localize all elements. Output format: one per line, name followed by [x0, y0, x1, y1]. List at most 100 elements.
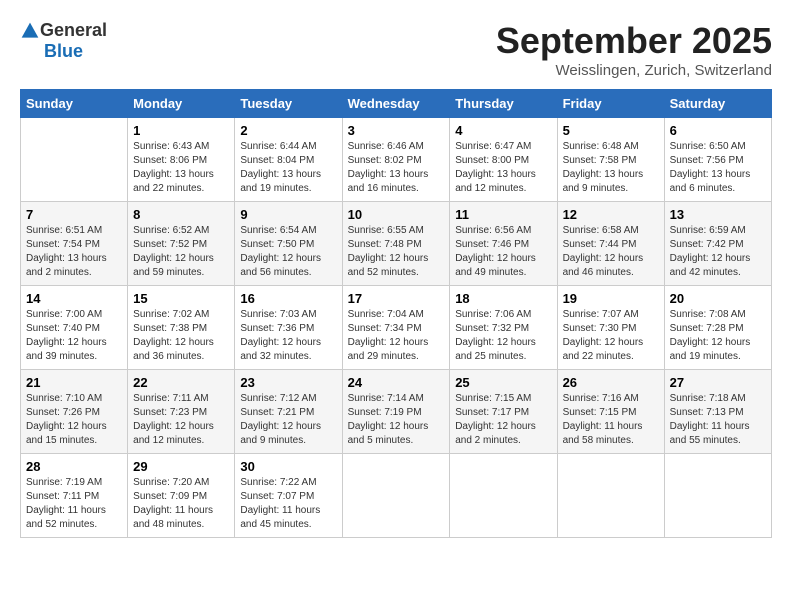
day-number: 6 [670, 123, 766, 138]
day-detail: Sunrise: 7:07 AM Sunset: 7:30 PM Dayligh… [563, 308, 659, 364]
day-number: 22 [133, 375, 229, 390]
header-thursday: Thursday [450, 90, 557, 118]
day-number: 25 [455, 375, 551, 390]
calendar-cell: 1Sunrise: 6:43 AM Sunset: 8:06 PM Daylig… [128, 118, 235, 202]
cell-content: 21Sunrise: 7:10 AM Sunset: 7:26 PM Dayli… [26, 375, 122, 448]
day-detail: Sunrise: 7:22 AM Sunset: 7:07 PM Dayligh… [240, 476, 336, 532]
day-detail: Sunrise: 6:59 AM Sunset: 7:42 PM Dayligh… [670, 224, 766, 280]
day-detail: Sunrise: 6:46 AM Sunset: 8:02 PM Dayligh… [348, 140, 445, 196]
day-number: 11 [455, 207, 551, 222]
day-detail: Sunrise: 7:11 AM Sunset: 7:23 PM Dayligh… [133, 392, 229, 448]
cell-content: 25Sunrise: 7:15 AM Sunset: 7:17 PM Dayli… [455, 375, 551, 448]
cell-content: 20Sunrise: 7:08 AM Sunset: 7:28 PM Dayli… [670, 291, 766, 364]
calendar-cell: 20Sunrise: 7:08 AM Sunset: 7:28 PM Dayli… [664, 286, 771, 370]
day-detail: Sunrise: 6:47 AM Sunset: 8:00 PM Dayligh… [455, 140, 551, 196]
calendar-cell: 24Sunrise: 7:14 AM Sunset: 7:19 PM Dayli… [342, 370, 450, 454]
calendar-cell: 27Sunrise: 7:18 AM Sunset: 7:13 PM Dayli… [664, 370, 771, 454]
calendar-cell: 5 Sunrise: 6:48 AM Sunset: 7:58 PM Daylig… [557, 118, 664, 202]
day-detail: Sunrise: 7:04 AM Sunset: 7:34 PM Dayligh… [348, 308, 445, 364]
cell-content: 23Sunrise: 7:12 AM Sunset: 7:21 PM Dayli… [240, 375, 336, 448]
day-detail: Sunrise: 7:03 AM Sunset: 7:36 PM Dayligh… [240, 308, 336, 364]
cell-content: 17Sunrise: 7:04 AM Sunset: 7:34 PM Dayli… [348, 291, 445, 364]
calendar-cell: 18 Sunrise: 7:06 AM Sunset: 7:32 PM Dayli… [450, 286, 557, 370]
day-detail: Sunrise: 6:56 AM Sunset: 7:46 PM Dayligh… [455, 224, 551, 280]
calendar-cell: 19Sunrise: 7:07 AM Sunset: 7:30 PM Dayli… [557, 286, 664, 370]
day-number: 30 [240, 459, 336, 474]
cell-content: 24Sunrise: 7:14 AM Sunset: 7:19 PM Dayli… [348, 375, 445, 448]
cell-content: 29Sunrise: 7:20 AM Sunset: 7:09 PM Dayli… [133, 459, 229, 532]
cell-content: 16 Sunrise: 7:03 AM Sunset: 7:36 PM Dayli… [240, 291, 336, 364]
title-area: September 2025 Weisslingen, Zurich, Swit… [496, 20, 772, 79]
day-number: 15 [133, 291, 229, 306]
cell-content: 18 Sunrise: 7:06 AM Sunset: 7:32 PM Dayli… [455, 291, 551, 364]
day-number: 13 [670, 207, 766, 222]
day-number: 9 [240, 207, 336, 222]
day-detail: Sunrise: 7:06 AM Sunset: 7:32 PM Dayligh… [455, 308, 551, 364]
calendar-header-row: SundayMondayTuesdayWednesdayThursdayFrid… [21, 90, 772, 118]
day-detail: Sunrise: 7:19 AM Sunset: 7:11 PM Dayligh… [26, 476, 122, 532]
week-row-2: 7Sunrise: 6:51 AM Sunset: 7:54 PM Daylig… [21, 202, 772, 286]
cell-content: 10Sunrise: 6:55 AM Sunset: 7:48 PM Dayli… [348, 207, 445, 280]
day-number: 26 [563, 375, 659, 390]
calendar-cell [450, 454, 557, 538]
day-number: 5 [563, 123, 659, 138]
week-row-3: 14Sunrise: 7:00 AM Sunset: 7:40 PM Dayli… [21, 286, 772, 370]
calendar-cell: 22 Sunrise: 7:11 AM Sunset: 7:23 PM Dayli… [128, 370, 235, 454]
day-detail: Sunrise: 7:18 AM Sunset: 7:13 PM Dayligh… [670, 392, 766, 448]
day-detail: Sunrise: 6:55 AM Sunset: 7:48 PM Dayligh… [348, 224, 445, 280]
cell-content: 19Sunrise: 7:07 AM Sunset: 7:30 PM Dayli… [563, 291, 659, 364]
calendar-cell [664, 454, 771, 538]
header-tuesday: Tuesday [235, 90, 342, 118]
day-detail: Sunrise: 7:02 AM Sunset: 7:38 PM Dayligh… [133, 308, 229, 364]
day-detail: Sunrise: 6:58 AM Sunset: 7:44 PM Dayligh… [563, 224, 659, 280]
calendar-cell: 14Sunrise: 7:00 AM Sunset: 7:40 PM Dayli… [21, 286, 128, 370]
calendar-cell: 28 Sunrise: 7:19 AM Sunset: 7:11 PM Dayli… [21, 454, 128, 538]
calendar-cell: 21Sunrise: 7:10 AM Sunset: 7:26 PM Dayli… [21, 370, 128, 454]
calendar-cell: 3 Sunrise: 6:46 AM Sunset: 8:02 PM Daylig… [342, 118, 450, 202]
cell-content: 1Sunrise: 6:43 AM Sunset: 8:06 PM Daylig… [133, 123, 229, 196]
calendar-cell: 6Sunrise: 6:50 AM Sunset: 7:56 PM Daylig… [664, 118, 771, 202]
cell-content: 26 Sunrise: 7:16 AM Sunset: 7:15 PM Dayli… [563, 375, 659, 448]
cell-content: 15 Sunrise: 7:02 AM Sunset: 7:38 PM Dayli… [133, 291, 229, 364]
day-detail: Sunrise: 6:44 AM Sunset: 8:04 PM Dayligh… [240, 140, 336, 196]
header-saturday: Saturday [664, 90, 771, 118]
calendar-cell: 10Sunrise: 6:55 AM Sunset: 7:48 PM Dayli… [342, 202, 450, 286]
day-detail: Sunrise: 7:08 AM Sunset: 7:28 PM Dayligh… [670, 308, 766, 364]
week-row-4: 21Sunrise: 7:10 AM Sunset: 7:26 PM Dayli… [21, 370, 772, 454]
day-detail: Sunrise: 7:16 AM Sunset: 7:15 PM Dayligh… [563, 392, 659, 448]
day-number: 18 [455, 291, 551, 306]
cell-content: 3 Sunrise: 6:46 AM Sunset: 8:02 PM Daylig… [348, 123, 445, 196]
day-number: 3 [348, 123, 445, 138]
day-number: 28 [26, 459, 122, 474]
cell-content: 9 Sunrise: 6:54 AM Sunset: 7:50 PM Daylig… [240, 207, 336, 280]
calendar-cell: 7Sunrise: 6:51 AM Sunset: 7:54 PM Daylig… [21, 202, 128, 286]
calendar-cell: 8Sunrise: 6:52 AM Sunset: 7:52 PM Daylig… [128, 202, 235, 286]
day-number: 16 [240, 291, 336, 306]
day-detail: Sunrise: 6:52 AM Sunset: 7:52 PM Dayligh… [133, 224, 229, 280]
day-detail: Sunrise: 6:48 AM Sunset: 7:58 PM Dayligh… [563, 140, 659, 196]
header-friday: Friday [557, 90, 664, 118]
calendar-cell: 15 Sunrise: 7:02 AM Sunset: 7:38 PM Dayli… [128, 286, 235, 370]
header-wednesday: Wednesday [342, 90, 450, 118]
cell-content: 5 Sunrise: 6:48 AM Sunset: 7:58 PM Daylig… [563, 123, 659, 196]
day-number: 12 [563, 207, 659, 222]
calendar-cell: 4Sunrise: 6:47 AM Sunset: 8:00 PM Daylig… [450, 118, 557, 202]
calendar-cell: 17Sunrise: 7:04 AM Sunset: 7:34 PM Dayli… [342, 286, 450, 370]
calendar-cell: 11 Sunrise: 6:56 AM Sunset: 7:46 PM Dayli… [450, 202, 557, 286]
header: General Blue September 2025 Weisslingen,… [20, 20, 772, 79]
logo: General Blue [20, 20, 107, 62]
cell-content: 11 Sunrise: 6:56 AM Sunset: 7:46 PM Dayli… [455, 207, 551, 280]
day-detail: Sunrise: 7:14 AM Sunset: 7:19 PM Dayligh… [348, 392, 445, 448]
location-title: Weisslingen, Zurich, Switzerland [496, 62, 772, 79]
general-blue-icon [20, 21, 40, 41]
logo-general-text: General [40, 20, 107, 41]
day-detail: Sunrise: 7:20 AM Sunset: 7:09 PM Dayligh… [133, 476, 229, 532]
day-detail: Sunrise: 6:54 AM Sunset: 7:50 PM Dayligh… [240, 224, 336, 280]
calendar-cell: 25Sunrise: 7:15 AM Sunset: 7:17 PM Dayli… [450, 370, 557, 454]
cell-content: 8Sunrise: 6:52 AM Sunset: 7:52 PM Daylig… [133, 207, 229, 280]
calendar-cell: 13 Sunrise: 6:59 AM Sunset: 7:42 PM Dayli… [664, 202, 771, 286]
calendar-cell: 23Sunrise: 7:12 AM Sunset: 7:21 PM Dayli… [235, 370, 342, 454]
day-number: 21 [26, 375, 122, 390]
day-number: 1 [133, 123, 229, 138]
calendar-cell: 29Sunrise: 7:20 AM Sunset: 7:09 PM Dayli… [128, 454, 235, 538]
